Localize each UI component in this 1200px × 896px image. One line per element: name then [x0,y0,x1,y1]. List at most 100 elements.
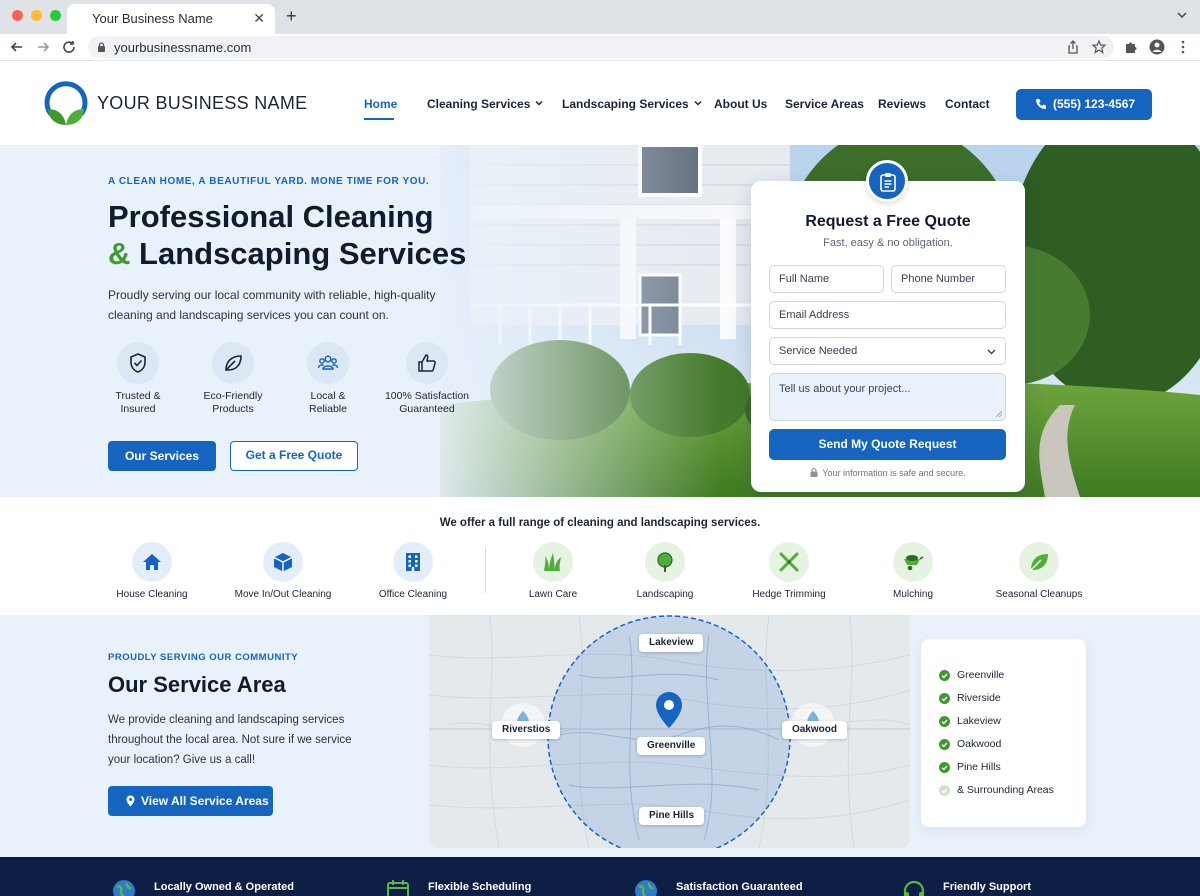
nav-cleaning-services[interactable]: Cleaning Services [427,97,543,111]
new-tab-icon[interactable]: + [286,6,297,27]
leaf-icon [225,355,242,371]
service-label: Mulching [892,589,934,600]
service-lawn-care[interactable]: Lawn Care [493,542,613,600]
map-label-riverstios[interactable]: Riverstios [492,721,561,739]
service-house-cleaning[interactable]: House Cleaning [92,542,212,600]
list-item-label: Greenville [957,669,1005,681]
share-icon[interactable] [1065,39,1081,55]
logo-leaf-icon[interactable] [42,79,90,129]
check-circle-muted-icon [939,785,950,796]
reload-icon[interactable] [60,38,78,56]
email-field[interactable]: Email Address [769,301,1006,329]
service-area-list: Greenville Riverside Lakeview Oakwood Pi… [921,639,1086,827]
service-label: Seasonal Cleanups [995,589,1083,600]
service-seasonal-cleanups[interactable]: Seasonal Cleanups [979,542,1099,600]
check-circle-icon [939,670,950,681]
feature-local-reliable: Local & Reliable [283,342,373,416]
feature-label: Trusted & Insured [93,390,183,416]
forward-arrow-icon[interactable] [34,38,52,56]
url-field[interactable]: yourbusinessname.com [88,36,1114,58]
feature-label-line: Eco-Friendly [203,390,263,402]
hero-title: Professional Cleaning & Landscaping Serv… [108,198,466,272]
browser-tab-bar: Your Business Name ✕ + [0,0,1200,34]
feature-label-line: Trusted & [115,390,161,402]
service-area-map[interactable]: Lakeview Riverstios Greenville Oakwood P… [429,615,910,848]
service-icon-circle [1019,542,1059,582]
tab-list-chevron-icon[interactable] [1176,9,1188,21]
map-location-pin-icon[interactable] [655,691,683,729]
quote-title: Request a Free Quote [805,213,971,230]
globe-icon [635,880,657,896]
nav-contact[interactable]: Contact [945,97,990,111]
bookmark-star-icon[interactable] [1091,39,1107,55]
logo-text[interactable]: YOUR BUSINESS NAME [97,93,307,114]
project-details-textarea[interactable]: Tell us about your project... [769,373,1006,421]
service-needed-select[interactable]: Service Needed [769,337,1006,365]
nav-about-us[interactable]: About Us [714,97,767,111]
tree-icon [657,552,673,572]
feature-label-line: Guaranteed [399,403,455,415]
minimize-window-button[interactable] [31,10,42,21]
send-quote-request-button[interactable]: Send My Quote Request [769,429,1006,460]
service-move-in-out[interactable]: Move In/Out Cleaning [223,542,343,600]
trust-item-label: Satisfaction Guaranteed [676,881,803,893]
close-window-button[interactable] [12,10,23,21]
our-services-button[interactable]: Our Services [108,441,216,471]
nav-service-areas[interactable]: Service Areas [785,97,864,111]
service-icon-circle [769,542,809,582]
tab-title: Your Business Name [92,11,213,26]
nav-home[interactable]: Home [364,97,397,111]
trust-strip: Locally Owned & Operated Flexible Schedu… [0,857,1200,896]
trust-item-label: Friendly Support [943,881,1031,893]
wheelbarrow-icon [904,555,924,571]
quote-subtitle: Fast, easy & no obligation. [823,237,953,249]
services-strip: We offer a full range of cleaning and la… [0,497,1200,615]
hero-description: Proudly serving our local community with… [108,288,436,322]
back-arrow-icon[interactable] [8,38,26,56]
call-phone-button[interactable]: (555) 123-4567 [1016,89,1152,120]
service-label: Office Cleaning [378,589,448,600]
chevron-down-icon [694,100,702,106]
feature-icon-circle [307,342,349,384]
nav-reviews[interactable]: Reviews [878,97,926,111]
service-mulching[interactable]: Mulching [853,542,973,600]
list-item-label: Pine Hills [957,761,1001,773]
chevron-down-icon [535,100,543,106]
view-all-service-areas-button[interactable]: View All Service Areas [108,786,273,816]
map-label-oakwood[interactable]: Oakwood [782,721,848,739]
secure-note: Your information is safe and secure. [751,467,1025,478]
list-item-label: Oakwood [957,738,1002,750]
phone-icon [1036,99,1046,109]
feature-label-line: 100% Satisfaction [384,390,470,402]
service-label: Hedge Trimming [752,589,826,600]
feature-label-line: Reliable [309,403,347,415]
browser-menu-icon[interactable] [1175,39,1191,55]
resize-grip-icon[interactable] [996,411,1002,417]
service-icon-circle [393,542,433,582]
tab-close-icon[interactable]: ✕ [253,10,265,27]
maximize-window-button[interactable] [50,10,61,21]
service-hedge-trimming[interactable]: Hedge Trimming [729,542,849,600]
map-label-greenville[interactable]: Greenville [637,737,706,755]
view-all-service-areas-label: View All Service Areas [141,794,269,808]
full-name-field[interactable]: Full Name [769,265,884,293]
nav-landscaping-services[interactable]: Landscaping Services [562,97,702,111]
browser-tab[interactable]: Your Business Name ✕ [67,4,275,34]
list-item-label: & Surrounding Areas [957,784,1054,796]
profile-avatar-icon[interactable] [1149,39,1165,55]
feature-icon-circle [406,342,448,384]
map-label-lakeview[interactable]: Lakeview [639,634,704,652]
thumbs-up-icon [418,354,436,372]
address-bar: yourbusinessname.com [0,34,1200,61]
service-office-cleaning[interactable]: Office Cleaning [353,542,473,600]
service-landscaping[interactable]: Landscaping [605,542,725,600]
nav-active-indicator [364,118,394,120]
headset-icon [903,880,925,896]
get-free-quote-button[interactable]: Get a Free Quote [230,441,358,471]
services-divider [485,547,486,593]
map-label-pine-hills[interactable]: Pine Hills [639,807,705,825]
service-label: Landscaping [636,589,694,600]
extensions-puzzle-icon[interactable] [1123,39,1139,55]
service-label: House Cleaning [116,589,188,600]
phone-number-field[interactable]: Phone Number [891,265,1006,293]
